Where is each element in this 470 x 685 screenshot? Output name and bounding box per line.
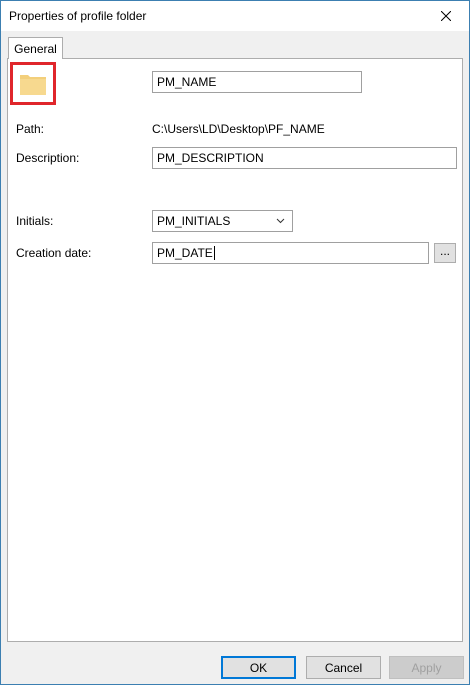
tab-general-label: General xyxy=(14,41,57,56)
initials-label: Initials: xyxy=(16,214,54,228)
close-button[interactable] xyxy=(423,1,469,31)
ok-button-label: OK xyxy=(249,660,268,675)
initials-selected-value: PM_INITIALS xyxy=(157,214,231,228)
description-label: Description: xyxy=(16,151,80,165)
properties-dialog: Properties of profile folder General PM_… xyxy=(0,0,470,685)
chevron-down-icon xyxy=(276,218,285,224)
tab-general[interactable]: General xyxy=(8,37,63,59)
date-picker-button[interactable]: ... xyxy=(434,243,456,263)
folder-icon-highlight xyxy=(10,62,56,105)
title-bar: Properties of profile folder xyxy=(1,1,469,31)
path-label: Path: xyxy=(16,122,45,136)
apply-button[interactable]: Apply xyxy=(389,656,464,679)
initials-dropdown[interactable]: PM_INITIALS xyxy=(152,210,293,232)
general-tab-panel xyxy=(7,58,463,642)
cancel-button-label: Cancel xyxy=(324,660,363,675)
close-icon xyxy=(441,11,451,21)
creation-date-field[interactable]: PM_DATE xyxy=(152,242,429,264)
name-field[interactable]: PM_NAME xyxy=(152,71,362,93)
creation-date-label: Creation date: xyxy=(16,246,92,260)
ok-button[interactable]: OK xyxy=(221,656,296,679)
description-field[interactable]: PM_DESCRIPTION xyxy=(152,147,457,169)
creation-date-value: PM_DATE xyxy=(157,246,213,260)
cancel-button[interactable]: Cancel xyxy=(306,656,381,679)
folder-icon[interactable] xyxy=(19,71,47,96)
apply-button-label: Apply xyxy=(411,660,442,675)
window-title: Properties of profile folder xyxy=(9,9,147,23)
text-caret xyxy=(213,246,215,260)
path-value: C:\Users\LD\Desktop\PF_NAME xyxy=(152,122,325,136)
